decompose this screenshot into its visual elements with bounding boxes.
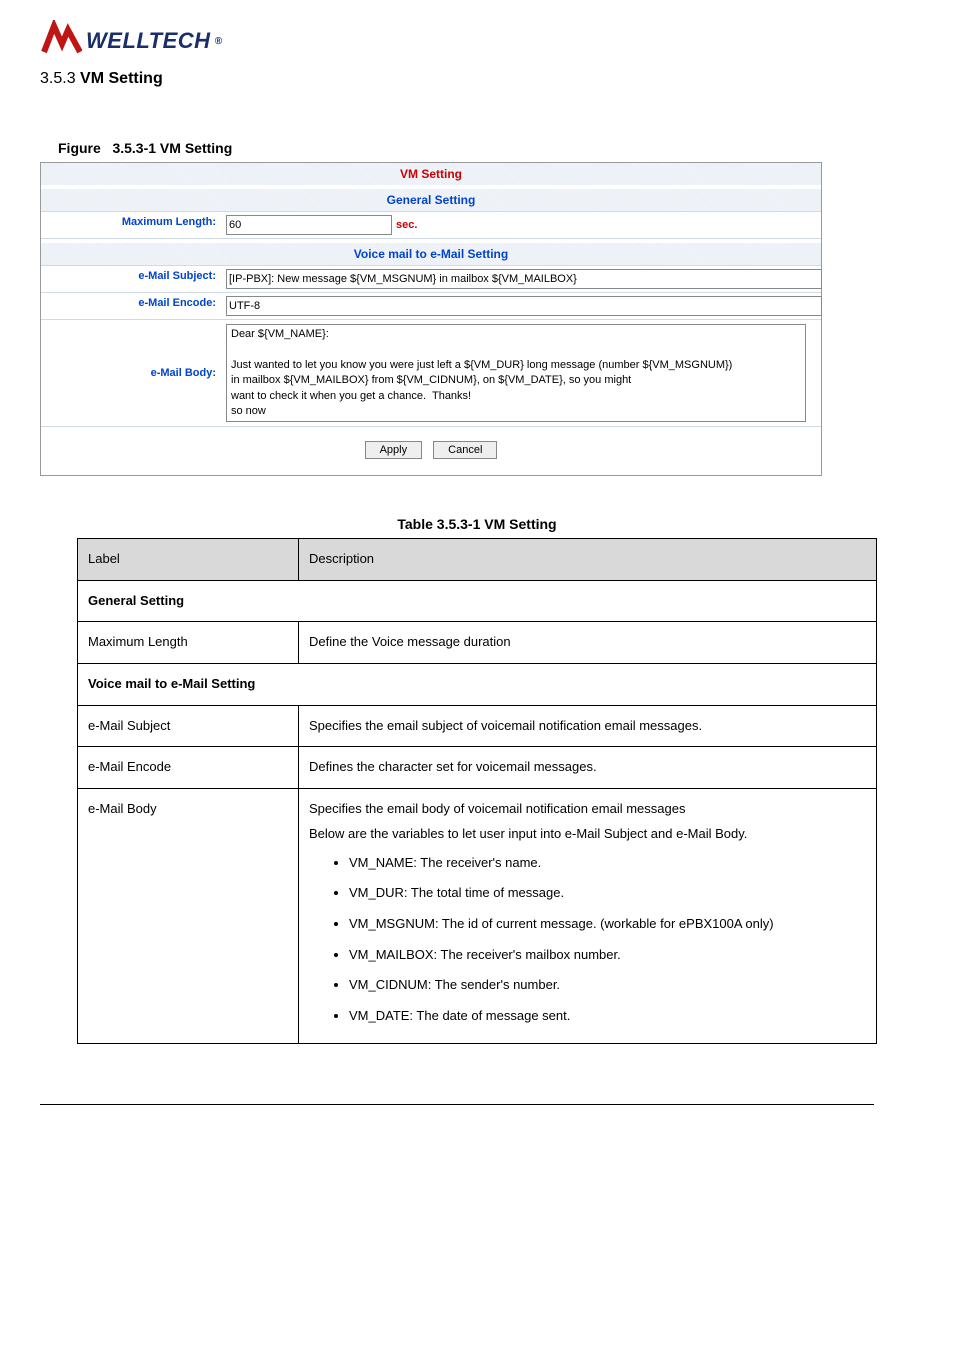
maximum-length-row: Maximum Length: sec. [41, 211, 821, 238]
cell-maxlen-label: Maximum Length [78, 622, 299, 664]
cell-subject-label: e-Mail Subject [78, 705, 299, 747]
cell-encode-label: e-Mail Encode [78, 747, 299, 789]
bullet-vm-dur: VM_DUR: The total time of message. [349, 881, 866, 906]
vm-setting-screenshot: VM Setting General Setting Maximum Lengt… [40, 162, 822, 476]
voice-mail-heading: Voice mail to e-Mail Setting [41, 243, 821, 265]
cancel-button[interactable]: Cancel [433, 441, 497, 459]
cell-body-desc: Specifies the email body of voicemail no… [299, 789, 877, 1044]
maximum-length-label: Maximum Length: [41, 212, 222, 238]
bullet-vm-name: VM_NAME: The receiver's name. [349, 851, 866, 876]
logo-mark-icon [40, 20, 82, 62]
email-encode-input[interactable] [226, 296, 822, 316]
figure-caption-prefix: Figure [58, 140, 101, 156]
figure-caption-text: 3.5.3-1 VM Setting [112, 140, 232, 156]
email-body-row: e-Mail Body: [41, 319, 821, 426]
maximum-length-input[interactable] [226, 215, 392, 235]
email-subject-label: e-Mail Subject: [41, 266, 222, 292]
logo-trademark: ® [215, 36, 223, 47]
bullet-vm-mailbox: VM_MAILBOX: The receiver's mailbox numbe… [349, 943, 866, 968]
sec-label: sec. [396, 219, 417, 231]
email-encode-row: e-Mail Encode: [41, 292, 821, 319]
th-description: Description [299, 539, 877, 581]
apply-button[interactable]: Apply [365, 441, 423, 459]
section-heading: 3.5.3 VM Setting [40, 70, 914, 88]
logo-text: WELLTECH [86, 28, 211, 54]
button-row: Apply Cancel [41, 426, 821, 475]
vm-setting-table: Label Description General Setting Maximu… [77, 538, 877, 1044]
bullet-vm-date: VM_DATE: The date of message sent. [349, 1004, 866, 1029]
table-caption: Table 3.5.3-1 VM Setting [40, 516, 914, 532]
bullet-vm-cidnum: VM_CIDNUM: The sender's number. [349, 973, 866, 998]
bullet-vm-msgnum: VM_MSGNUM: The id of current message. (w… [349, 912, 866, 937]
row-voice-setting: Voice mail to e-Mail Setting [78, 664, 877, 706]
logo: WELLTECH ® [40, 20, 914, 62]
cell-encode-desc: Defines the character set for voicemail … [299, 747, 877, 789]
section-number: 3.5.3 [40, 70, 76, 87]
section-title: VM Setting [80, 70, 163, 87]
email-subject-input[interactable] [226, 269, 822, 289]
general-setting-heading: General Setting [41, 189, 821, 211]
email-body-label: e-Mail Body: [41, 363, 222, 383]
cell-body-desc-1: Specifies the email body of voicemail no… [309, 797, 866, 822]
footer-rule [40, 1104, 874, 1105]
cell-body-label: e-Mail Body [78, 789, 299, 1044]
cell-subject-desc-text: Specifies the email subject of voicemail… [309, 714, 866, 739]
email-subject-row: e-Mail Subject: [41, 265, 821, 292]
email-body-textarea[interactable] [226, 324, 806, 422]
figure-caption: Figure 3.5.3-1 VM Setting [58, 140, 914, 156]
cell-subject-desc: Specifies the email subject of voicemail… [299, 705, 877, 747]
th-label: Label [78, 539, 299, 581]
vm-setting-title: VM Setting [41, 163, 821, 185]
cell-body-desc-2: Below are the variables to let user inpu… [309, 822, 866, 847]
cell-maxlen-desc: Define the Voice message duration [299, 622, 877, 664]
row-general-setting: General Setting [78, 580, 877, 622]
email-encode-label: e-Mail Encode: [41, 293, 222, 319]
